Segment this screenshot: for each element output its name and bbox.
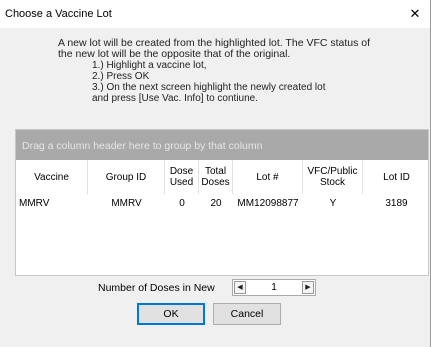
- window-title: Choose a Vaccine Lot: [5, 8, 112, 20]
- instruction-step-3-continued: and press [Use Vac. Info] to contiune.: [92, 93, 259, 104]
- grid-header-row: Vaccine Group ID Dose Used Total Doses L…: [16, 160, 428, 195]
- cell-vaccine: MMRV: [19, 197, 50, 209]
- ok-button[interactable]: OK: [137, 303, 205, 325]
- column-header-lot-number[interactable]: Lot #: [233, 160, 303, 194]
- column-header-total-doses[interactable]: Total Doses: [199, 160, 233, 194]
- cell-dose-used: 0: [179, 197, 185, 209]
- column-header-vfc-public-stock[interactable]: VFC/Public Stock: [303, 160, 363, 194]
- close-icon[interactable]: ✕: [400, 0, 430, 28]
- instruction-step-2: 2.) Press OK: [92, 71, 150, 82]
- dialog-window: Choose a Vaccine Lot ✕ A new lot will be…: [0, 0, 431, 347]
- instruction-step-1: 1.) Highlight a vaccine lot,: [92, 60, 207, 71]
- column-header-lot-id[interactable]: Lot ID: [363, 160, 428, 194]
- group-by-hint: Drag a column header here to group by th…: [22, 140, 263, 152]
- column-header-vaccine[interactable]: Vaccine: [16, 160, 88, 194]
- vaccine-lot-grid: Drag a column header here to group by th…: [15, 129, 429, 276]
- doses-stepper[interactable]: ◀ 1 ▶: [232, 279, 316, 296]
- instruction-step-3: 3.) On the next screen highlight the new…: [92, 82, 326, 93]
- doses-value[interactable]: 1: [247, 282, 301, 293]
- increment-icon[interactable]: ▶: [302, 281, 314, 294]
- cancel-button[interactable]: Cancel: [213, 303, 281, 325]
- group-by-panel[interactable]: Drag a column header here to group by th…: [16, 130, 428, 160]
- cell-group-id: MMRV: [111, 197, 142, 209]
- title-bar: Choose a Vaccine Lot ✕: [0, 0, 430, 28]
- cell-lot-id: 3189: [385, 197, 408, 209]
- instruction-line-2: the new lot will be the opposite that of…: [58, 48, 291, 60]
- cell-vfc-public-stock: Y: [329, 197, 337, 209]
- decrement-icon[interactable]: ◀: [234, 281, 246, 294]
- cell-lot-number: MM12098877: [237, 197, 299, 209]
- table-row[interactable]: MMRV MMRV 0 20 MM12098877 Y 3189: [16, 194, 428, 212]
- cell-total-doses: 20: [210, 197, 222, 209]
- doses-label: Number of Doses in New Lc: [98, 282, 218, 294]
- column-header-dose-used[interactable]: Dose Used: [165, 160, 199, 194]
- column-header-group-id[interactable]: Group ID: [88, 160, 165, 194]
